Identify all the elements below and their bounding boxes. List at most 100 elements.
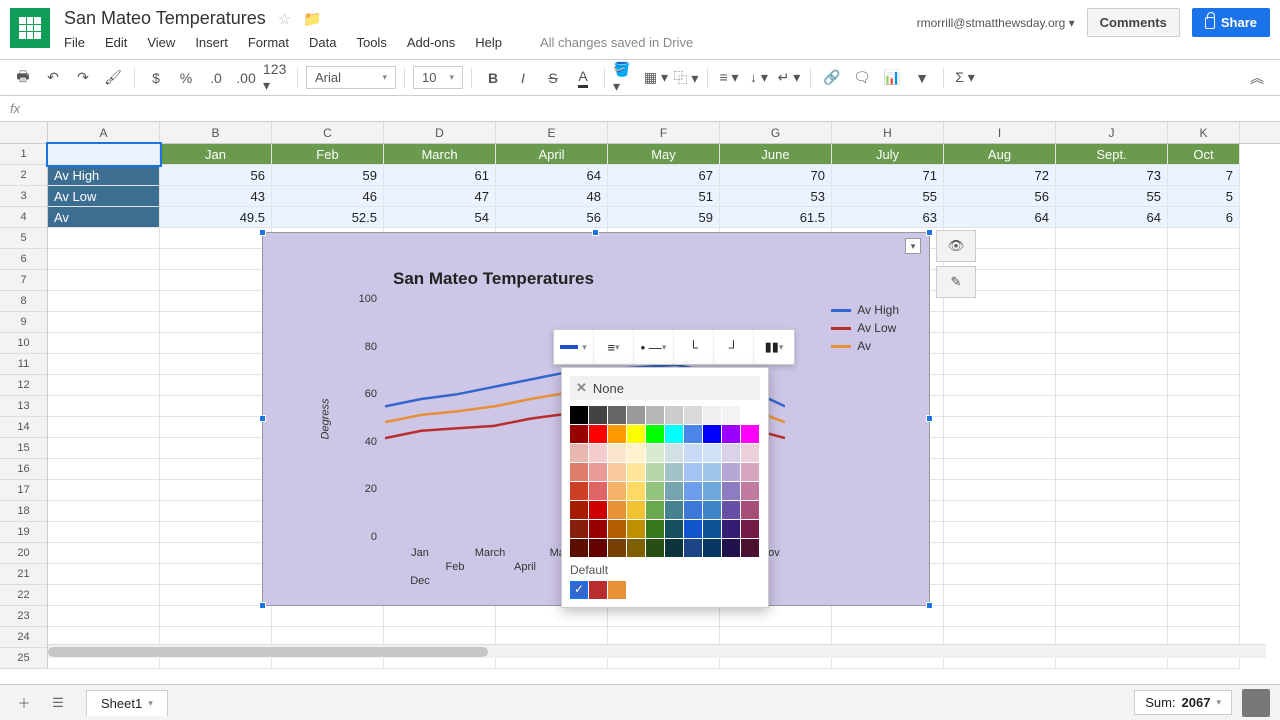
text-wrap-icon[interactable]: ↵ ▾ [776,65,802,91]
col-header[interactable]: F [608,122,720,143]
color-swatch[interactable] [665,425,683,443]
more-formats-icon[interactable]: 123 ▾ [263,65,289,91]
cell[interactable] [48,333,160,354]
color-swatch[interactable] [665,406,683,424]
cell[interactable]: 56 [944,186,1056,207]
color-swatch[interactable] [665,501,683,519]
cell[interactable] [160,312,272,333]
color-swatch[interactable] [703,463,721,481]
color-swatch[interactable] [703,520,721,538]
cell[interactable] [944,354,1056,375]
default-color-swatch[interactable] [570,581,588,599]
row-header[interactable]: 25 [0,648,47,669]
all-sheets-button[interactable]: ☰ [44,689,72,717]
color-swatch[interactable] [703,501,721,519]
cell[interactable] [1056,459,1168,480]
cell[interactable] [1056,564,1168,585]
cell[interactable] [160,543,272,564]
cell[interactable] [1168,564,1240,585]
cell[interactable] [944,438,1056,459]
row-header[interactable]: 8 [0,291,47,312]
sheet-tab[interactable]: Sheet1▾ [86,690,168,716]
cell[interactable] [1168,459,1240,480]
color-swatch[interactable] [722,406,740,424]
color-swatch[interactable] [665,520,683,538]
row-header[interactable]: 9 [0,312,47,333]
cell[interactable] [1056,501,1168,522]
cell[interactable]: 64 [944,207,1056,228]
color-swatch[interactable] [608,463,626,481]
undo-icon[interactable]: ↶ [40,65,66,91]
cell[interactable] [48,522,160,543]
color-swatch[interactable] [741,463,759,481]
cell[interactable] [48,375,160,396]
cell[interactable] [48,438,160,459]
cell[interactable]: 70 [720,165,832,186]
color-swatch[interactable] [608,482,626,500]
cell[interactable] [1056,396,1168,417]
cell[interactable] [1056,291,1168,312]
axis-left-button[interactable]: └ [674,330,714,364]
cell[interactable] [48,606,160,627]
color-swatch[interactable] [570,425,588,443]
col-header[interactable]: E [496,122,608,143]
cell[interactable]: 63 [832,207,944,228]
col-header[interactable]: J [1056,122,1168,143]
cell[interactable] [160,585,272,606]
cell[interactable] [496,606,608,627]
cell[interactable]: 51 [608,186,720,207]
color-swatch[interactable] [665,463,683,481]
col-header[interactable]: I [944,122,1056,143]
cell[interactable]: 5 [1168,186,1240,207]
cell[interactable] [1056,270,1168,291]
cell[interactable]: 49.5 [160,207,272,228]
color-swatch[interactable] [741,444,759,462]
color-swatch[interactable] [627,406,645,424]
cell[interactable] [1168,249,1240,270]
color-swatch[interactable] [646,463,664,481]
cell[interactable]: Feb [272,144,384,165]
cell[interactable] [944,585,1056,606]
cell[interactable] [160,354,272,375]
cell[interactable]: 47 [384,186,496,207]
row-header[interactable]: 1 [0,144,47,165]
cell[interactable] [1168,480,1240,501]
cell[interactable]: 72 [944,165,1056,186]
menu-insert[interactable]: Insert [195,35,228,50]
cell[interactable]: 56 [160,165,272,186]
account-email[interactable]: rmorrill@stmatthewsday.org ▾ [917,16,1075,30]
row-header[interactable]: 17 [0,480,47,501]
col-header[interactable]: A [48,122,160,143]
color-swatch[interactable] [684,520,702,538]
menu-edit[interactable]: Edit [105,35,127,50]
cell[interactable] [1168,585,1240,606]
cell[interactable] [1168,417,1240,438]
default-color-swatch[interactable] [608,581,626,599]
color-swatch[interactable] [570,482,588,500]
color-swatch[interactable] [589,463,607,481]
row-header[interactable]: 16 [0,459,47,480]
col-header[interactable]: C [272,122,384,143]
cell[interactable] [944,417,1056,438]
default-color-swatch[interactable] [589,581,607,599]
color-swatch[interactable] [589,520,607,538]
color-swatch[interactable] [722,425,740,443]
cell[interactable] [832,606,944,627]
quicksum-box[interactable]: Sum: 2067 ▾ [1134,690,1232,715]
color-swatch[interactable] [627,501,645,519]
functions-icon[interactable]: Σ ▾ [952,65,978,91]
cell[interactable] [160,522,272,543]
cell[interactable] [48,480,160,501]
color-swatch[interactable] [684,406,702,424]
color-swatch[interactable] [703,482,721,500]
strikethrough-icon[interactable]: S [540,65,566,91]
cell[interactable]: 43 [160,186,272,207]
filter-icon[interactable]: ▼ [909,65,935,91]
collapse-toolbar-icon[interactable]: ︽ [1244,65,1270,91]
color-swatch[interactable] [570,463,588,481]
cell[interactable] [1056,375,1168,396]
chart-object[interactable]: ▾ San Mateo Temperatures Degress 1008060… [262,232,930,606]
color-swatch[interactable] [703,539,721,557]
italic-icon[interactable]: I [510,65,536,91]
cell[interactable]: March [384,144,496,165]
